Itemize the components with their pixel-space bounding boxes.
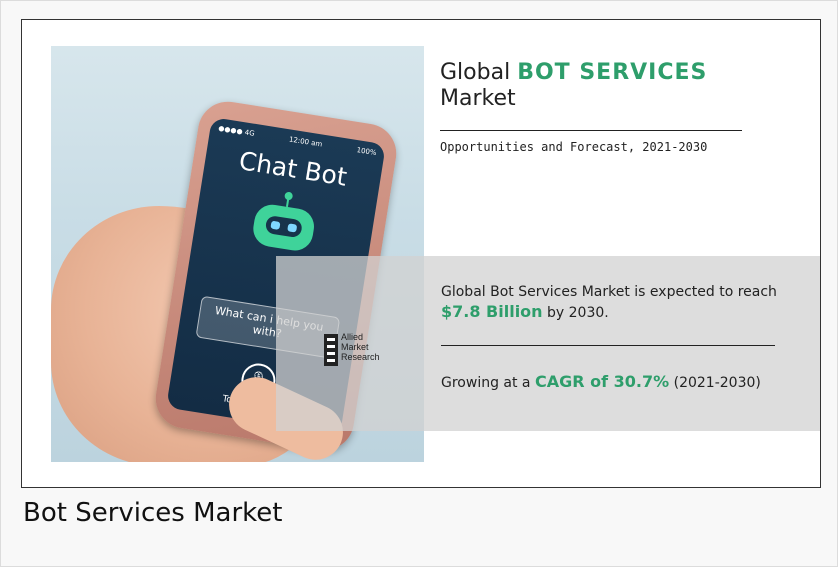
infographic-figure: ●●●● 4G 12:00 am 100% Chat Bot What can … — [21, 19, 821, 488]
title-highlight: BOT SERVICES — [517, 60, 708, 85]
divider — [440, 130, 742, 131]
signal-indicator: ●●●● 4G — [217, 124, 256, 138]
market-size-value: $7.8 Billion — [441, 302, 543, 321]
logo-line-3: Research — [341, 352, 380, 362]
report-title: Global BOT SERVICES Market — [440, 60, 707, 112]
title-suffix: Market — [440, 86, 516, 111]
divider — [441, 345, 775, 346]
report-subtitle: Opportunities and Forecast, 2021-2030 — [440, 140, 708, 154]
stat2-suffix: (2021-2030) — [673, 375, 761, 391]
clock: 12:00 am — [288, 135, 323, 149]
stat1-prefix: Global Bot Services Market is expected t… — [441, 284, 777, 300]
logo-icon: Allied Market Research — [324, 332, 398, 372]
battery-indicator: 100% — [356, 146, 378, 158]
robot-icon — [246, 187, 323, 259]
logo-line-1: Allied — [341, 332, 364, 342]
title-prefix: Global — [440, 60, 511, 85]
market-size-statement: Global Bot Services Market is expected t… — [441, 282, 801, 323]
logo-line-2: Market — [341, 342, 369, 352]
image-caption: Bot Services Market — [23, 498, 283, 528]
image-card: ●●●● 4G 12:00 am 100% Chat Bot What can … — [0, 0, 838, 567]
stat1-suffix: by 2030. — [547, 305, 609, 321]
stat2-prefix: Growing at a — [441, 375, 531, 391]
cagr-value: CAGR of 30.7% — [534, 372, 670, 391]
cagr-statement: Growing at a CAGR of 30.7% (2021-2030) — [441, 372, 811, 391]
